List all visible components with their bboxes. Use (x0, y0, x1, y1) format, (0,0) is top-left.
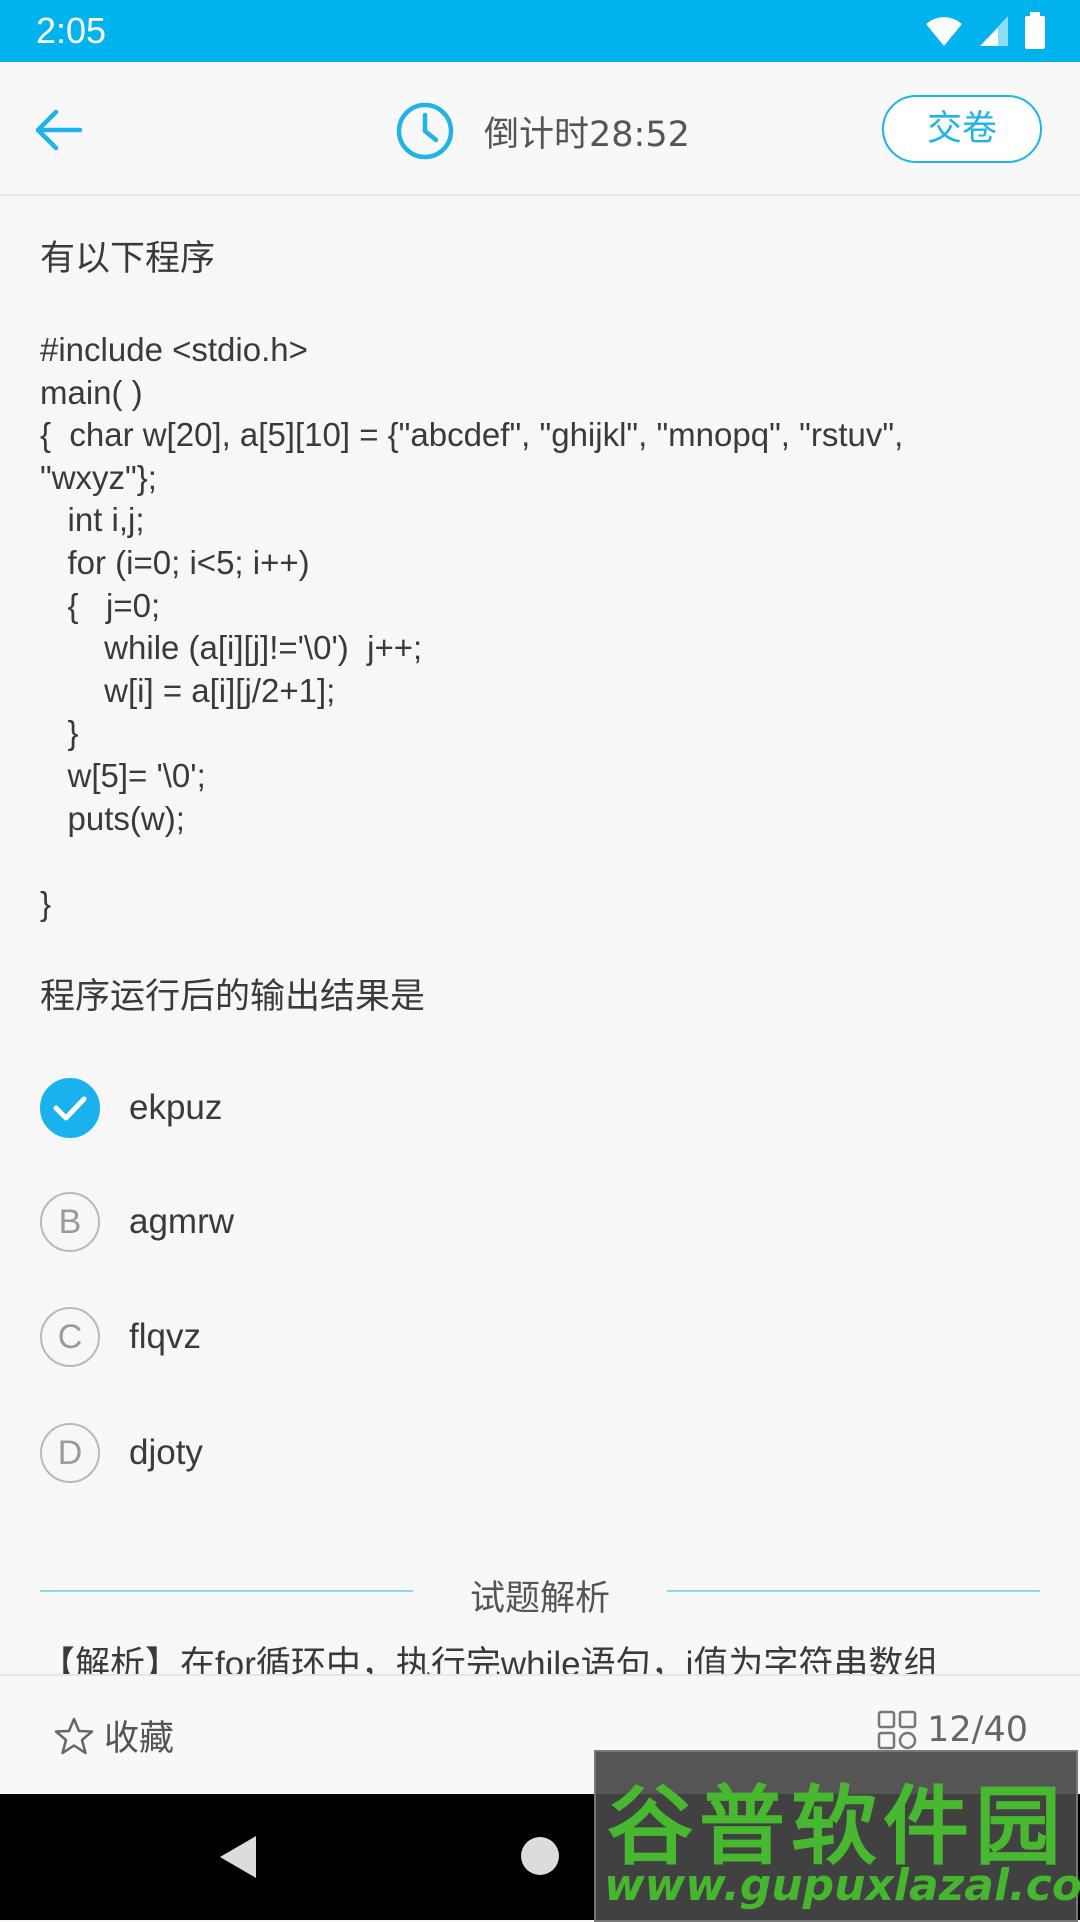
option-b-letter: B (40, 1192, 100, 1252)
question-stem: 程序运行后的输出结果是 (40, 977, 426, 1016)
app-bar: 倒计时28:52 交卷 (0, 62, 1080, 196)
option-d[interactable]: D djoty (40, 1421, 203, 1485)
question-progress-button[interactable]: 12/40 (877, 1710, 1028, 1750)
wifi-icon (924, 14, 964, 52)
signal-icon (978, 14, 1010, 52)
status-time: 2:05 (36, 10, 107, 51)
grid-icon (877, 1710, 917, 1750)
clock-icon (394, 100, 456, 162)
analysis-header: 试题解析 (40, 1560, 1040, 1620)
submit-exam-button[interactable]: 交卷 (882, 95, 1042, 163)
watermark-url: www.gupuxlazal.com (604, 1860, 1080, 1911)
analysis-text: 【解析】在for循环中，执行完while语句，j值为字符串数组 (40, 1645, 939, 1676)
countdown-timer: 倒计时28:52 (484, 115, 690, 155)
question-title: 有以下程序 (40, 239, 216, 278)
question-code: #include <stdio.h> main( ) { char w[20],… (40, 331, 904, 922)
battery-icon (1024, 12, 1046, 54)
divider (667, 1590, 1040, 1592)
favorite-button[interactable]: 收藏 (54, 1710, 174, 1761)
option-c-letter: C (40, 1307, 100, 1367)
option-a-text: ekpuz (129, 1088, 223, 1127)
option-c[interactable]: C flqvz (40, 1305, 201, 1369)
option-d-letter: D (40, 1423, 100, 1483)
nav-home-icon[interactable] (521, 1837, 559, 1875)
arrow-left-icon (35, 109, 83, 151)
option-c-text: flqvz (129, 1317, 201, 1356)
option-a[interactable]: ekpuz (40, 1076, 222, 1140)
favorite-label: 收藏 (104, 1719, 175, 1759)
status-icons (924, 12, 1046, 54)
option-b-text: agmrw (129, 1202, 235, 1241)
back-button[interactable] (30, 102, 94, 158)
analysis-title: 试题解析 (469, 1579, 610, 1618)
watermark: 谷普软件园 www.gupuxlazal.com (594, 1750, 1080, 1922)
nav-back-icon[interactable] (216, 1834, 258, 1884)
progress-label: 12/40 (927, 1710, 1028, 1750)
option-d-text: djoty (129, 1433, 203, 1472)
check-icon (40, 1078, 100, 1138)
star-icon (54, 1717, 94, 1754)
option-b[interactable]: B agmrw (40, 1190, 234, 1254)
status-bar: 2:05 (0, 0, 1080, 62)
